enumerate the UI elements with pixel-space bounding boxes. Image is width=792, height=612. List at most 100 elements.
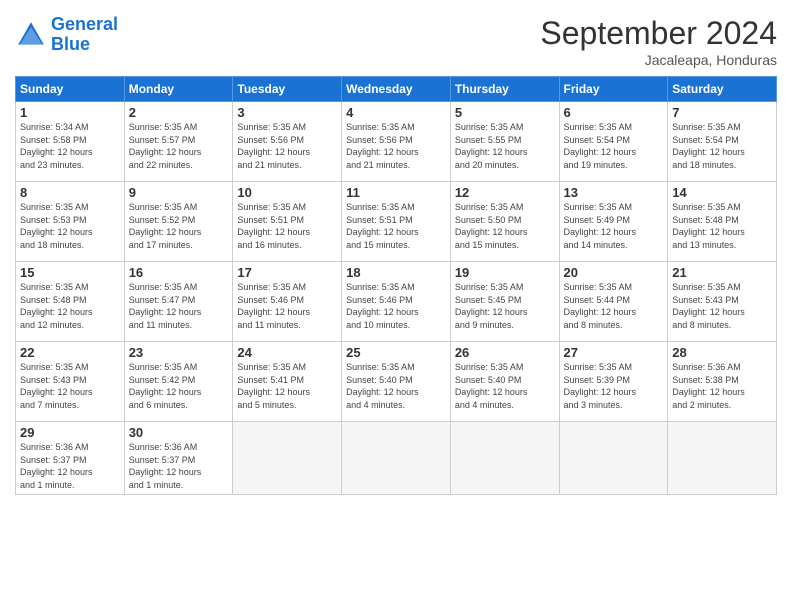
title-block: September 2024 Jacaleapa, Honduras <box>540 15 777 68</box>
day-number: 23 <box>129 345 229 360</box>
day-number: 22 <box>20 345 120 360</box>
calendar-cell: 21Sunrise: 5:35 AM Sunset: 5:43 PM Dayli… <box>668 262 777 342</box>
day-info: Sunrise: 5:35 AM Sunset: 5:56 PM Dayligh… <box>346 121 446 171</box>
day-number: 7 <box>672 105 772 120</box>
day-number: 14 <box>672 185 772 200</box>
day-info: Sunrise: 5:35 AM Sunset: 5:43 PM Dayligh… <box>672 281 772 331</box>
logo: General Blue <box>15 15 118 55</box>
logo-line2: Blue <box>51 34 90 54</box>
day-number: 10 <box>237 185 337 200</box>
day-number: 28 <box>672 345 772 360</box>
calendar-cell: 11Sunrise: 5:35 AM Sunset: 5:51 PM Dayli… <box>342 182 451 262</box>
calendar-cell: 6Sunrise: 5:35 AM Sunset: 5:54 PM Daylig… <box>559 102 668 182</box>
calendar-cell: 18Sunrise: 5:35 AM Sunset: 5:46 PM Dayli… <box>342 262 451 342</box>
calendar-cell: 8Sunrise: 5:35 AM Sunset: 5:53 PM Daylig… <box>16 182 125 262</box>
day-number: 1 <box>20 105 120 120</box>
day-number: 17 <box>237 265 337 280</box>
day-info: Sunrise: 5:35 AM Sunset: 5:47 PM Dayligh… <box>129 281 229 331</box>
calendar-cell: 7Sunrise: 5:35 AM Sunset: 5:54 PM Daylig… <box>668 102 777 182</box>
day-number: 3 <box>237 105 337 120</box>
calendar-cell: 26Sunrise: 5:35 AM Sunset: 5:40 PM Dayli… <box>450 342 559 422</box>
day-number: 18 <box>346 265 446 280</box>
month-title: September 2024 <box>540 15 777 52</box>
calendar-week-row: 15Sunrise: 5:35 AM Sunset: 5:48 PM Dayli… <box>16 262 777 342</box>
weekday-header-sunday: Sunday <box>16 77 125 102</box>
day-info: Sunrise: 5:35 AM Sunset: 5:41 PM Dayligh… <box>237 361 337 411</box>
calendar-week-row: 29 Sunrise: 5:36 AM Sunset: 5:37 PM Dayli… <box>16 422 777 495</box>
day-info: Sunrise: 5:35 AM Sunset: 5:54 PM Dayligh… <box>672 121 772 171</box>
day-info: Sunrise: 5:35 AM Sunset: 5:45 PM Dayligh… <box>455 281 555 331</box>
calendar-cell: 2Sunrise: 5:35 AM Sunset: 5:57 PM Daylig… <box>124 102 233 182</box>
weekday-header-monday: Monday <box>124 77 233 102</box>
day-info: Sunrise: 5:35 AM Sunset: 5:53 PM Dayligh… <box>20 201 120 251</box>
day-info: Sunrise: 5:35 AM Sunset: 5:39 PM Dayligh… <box>564 361 664 411</box>
logo-icon <box>15 19 47 51</box>
location: Jacaleapa, Honduras <box>540 52 777 68</box>
day-number: 2 <box>129 105 229 120</box>
logo-line1: General <box>51 14 118 34</box>
day-info: Sunrise: 5:35 AM Sunset: 5:40 PM Dayligh… <box>346 361 446 411</box>
calendar-week-row: 22Sunrise: 5:35 AM Sunset: 5:43 PM Dayli… <box>16 342 777 422</box>
day-info: Sunrise: 5:35 AM Sunset: 5:46 PM Dayligh… <box>346 281 446 331</box>
calendar-cell: 23Sunrise: 5:35 AM Sunset: 5:42 PM Dayli… <box>124 342 233 422</box>
calendar-cell <box>233 422 342 495</box>
calendar-cell: 14Sunrise: 5:35 AM Sunset: 5:48 PM Dayli… <box>668 182 777 262</box>
day-info: Sunrise: 5:35 AM Sunset: 5:51 PM Dayligh… <box>237 201 337 251</box>
calendar-week-row: 8Sunrise: 5:35 AM Sunset: 5:53 PM Daylig… <box>16 182 777 262</box>
calendar-cell: 25Sunrise: 5:35 AM Sunset: 5:40 PM Dayli… <box>342 342 451 422</box>
day-info: Sunrise: 5:35 AM Sunset: 5:51 PM Dayligh… <box>346 201 446 251</box>
day-number: 15 <box>20 265 120 280</box>
calendar-cell: 5Sunrise: 5:35 AM Sunset: 5:55 PM Daylig… <box>450 102 559 182</box>
day-info: Sunrise: 5:35 AM Sunset: 5:40 PM Dayligh… <box>455 361 555 411</box>
day-info: Sunrise: 5:35 AM Sunset: 5:52 PM Dayligh… <box>129 201 229 251</box>
day-number: 25 <box>346 345 446 360</box>
day-number: 5 <box>455 105 555 120</box>
calendar-cell: 3Sunrise: 5:35 AM Sunset: 5:56 PM Daylig… <box>233 102 342 182</box>
day-info: Sunrise: 5:35 AM Sunset: 5:48 PM Dayligh… <box>20 281 120 331</box>
calendar-cell: 20Sunrise: 5:35 AM Sunset: 5:44 PM Dayli… <box>559 262 668 342</box>
calendar-cell: 1Sunrise: 5:34 AM Sunset: 5:58 PM Daylig… <box>16 102 125 182</box>
day-number: 6 <box>564 105 664 120</box>
day-number: 24 <box>237 345 337 360</box>
weekday-header-thursday: Thursday <box>450 77 559 102</box>
day-info: Sunrise: 5:34 AM Sunset: 5:58 PM Dayligh… <box>20 121 120 171</box>
day-number: 20 <box>564 265 664 280</box>
calendar-cell: 19Sunrise: 5:35 AM Sunset: 5:45 PM Dayli… <box>450 262 559 342</box>
day-number: 26 <box>455 345 555 360</box>
calendar-cell: 15Sunrise: 5:35 AM Sunset: 5:48 PM Dayli… <box>16 262 125 342</box>
calendar-cell: 30Sunrise: 5:36 AM Sunset: 5:37 PM Dayli… <box>124 422 233 495</box>
weekday-header-row: SundayMondayTuesdayWednesdayThursdayFrid… <box>16 77 777 102</box>
calendar-cell: 10Sunrise: 5:35 AM Sunset: 5:51 PM Dayli… <box>233 182 342 262</box>
calendar-cell: 27Sunrise: 5:35 AM Sunset: 5:39 PM Dayli… <box>559 342 668 422</box>
calendar-cell: 12Sunrise: 5:35 AM Sunset: 5:50 PM Dayli… <box>450 182 559 262</box>
calendar-cell: 24Sunrise: 5:35 AM Sunset: 5:41 PM Dayli… <box>233 342 342 422</box>
calendar-cell: 13Sunrise: 5:35 AM Sunset: 5:49 PM Dayli… <box>559 182 668 262</box>
page: General Blue September 2024 Jacaleapa, H… <box>0 0 792 612</box>
day-info: Sunrise: 5:35 AM Sunset: 5:43 PM Dayligh… <box>20 361 120 411</box>
header: General Blue September 2024 Jacaleapa, H… <box>15 15 777 68</box>
calendar-cell: 22Sunrise: 5:35 AM Sunset: 5:43 PM Dayli… <box>16 342 125 422</box>
calendar-week-row: 1Sunrise: 5:34 AM Sunset: 5:58 PM Daylig… <box>16 102 777 182</box>
calendar-cell: 4Sunrise: 5:35 AM Sunset: 5:56 PM Daylig… <box>342 102 451 182</box>
day-info: Sunrise: 5:35 AM Sunset: 5:55 PM Dayligh… <box>455 121 555 171</box>
calendar-cell <box>559 422 668 495</box>
day-number: 12 <box>455 185 555 200</box>
weekday-header-wednesday: Wednesday <box>342 77 451 102</box>
day-number: 29 <box>20 425 120 440</box>
calendar-cell: 17Sunrise: 5:35 AM Sunset: 5:46 PM Dayli… <box>233 262 342 342</box>
calendar-cell: 28Sunrise: 5:36 AM Sunset: 5:38 PM Dayli… <box>668 342 777 422</box>
day-info: Sunrise: 5:35 AM Sunset: 5:46 PM Dayligh… <box>237 281 337 331</box>
day-number: 4 <box>346 105 446 120</box>
calendar-cell: 16Sunrise: 5:35 AM Sunset: 5:47 PM Dayli… <box>124 262 233 342</box>
day-number: 21 <box>672 265 772 280</box>
day-info: Sunrise: 5:35 AM Sunset: 5:44 PM Dayligh… <box>564 281 664 331</box>
weekday-header-friday: Friday <box>559 77 668 102</box>
day-info: Sunrise: 5:35 AM Sunset: 5:42 PM Dayligh… <box>129 361 229 411</box>
day-info: Sunrise: 5:35 AM Sunset: 5:49 PM Dayligh… <box>564 201 664 251</box>
calendar-cell: 29Sunrise: 5:36 AM Sunset: 5:37 PM Dayli… <box>16 422 125 495</box>
day-number: 16 <box>129 265 229 280</box>
weekday-header-saturday: Saturday <box>668 77 777 102</box>
day-info: Sunrise: 5:35 AM Sunset: 5:57 PM Dayligh… <box>129 121 229 171</box>
day-number: 9 <box>129 185 229 200</box>
day-info: Sunrise: 5:36 AM Sunset: 5:37 PM Dayligh… <box>129 441 229 491</box>
